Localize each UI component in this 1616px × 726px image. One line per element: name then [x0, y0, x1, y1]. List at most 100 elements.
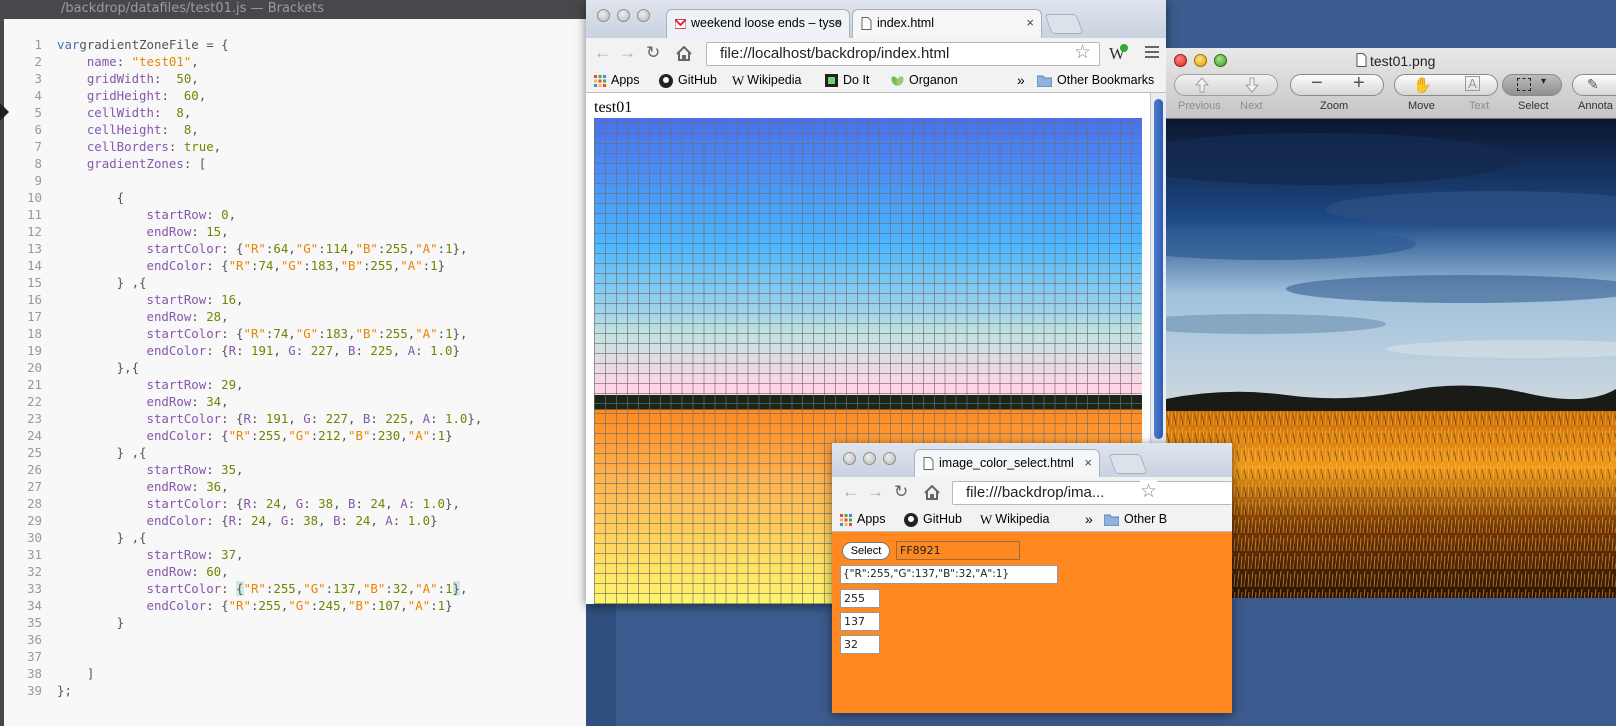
reload-icon[interactable]: ↻	[894, 483, 908, 501]
code-line[interactable]: 36	[0, 631, 586, 648]
code-line[interactable]: 22 endRow: 34,	[0, 393, 586, 410]
hex-color-field[interactable]: FF8921	[896, 541, 1020, 560]
annotate-button[interactable]: ✎	[1572, 74, 1616, 96]
previous-next-segment[interactable]	[1174, 74, 1278, 96]
minimize-window-button[interactable]	[617, 9, 630, 22]
bookmark-wikipedia[interactable]: W Wikipedia	[980, 510, 1049, 529]
code-line[interactable]: 16 startRow: 16,	[0, 291, 586, 308]
bookmark-wikipedia[interactable]: W Wikipedia	[732, 71, 801, 90]
bookmark-star-icon[interactable]: ☆	[1074, 41, 1091, 64]
home-icon[interactable]	[924, 485, 940, 500]
code-line[interactable]: 35 }	[0, 614, 586, 631]
bookmark-apps[interactable]: Apps	[594, 71, 640, 89]
back-arrow-icon[interactable]: ←	[594, 44, 611, 62]
code-line[interactable]: 3 gridWidth: 50,	[0, 70, 586, 87]
code-line[interactable]: 31 startRow: 37,	[0, 546, 586, 563]
code-line[interactable]: 30 } ,{	[0, 529, 586, 546]
previous-arrow-icon[interactable]	[1195, 77, 1209, 93]
green-value-field[interactable]: 137	[840, 612, 880, 631]
code-line[interactable]: 8 gradientZones: [	[0, 155, 586, 172]
close-window-button[interactable]	[843, 452, 856, 465]
code-line[interactable]: 24 endColor: {"R":255,"G":212,"B":230,"A…	[0, 427, 586, 444]
tab-gmail[interactable]: weekend loose ends – tyso ×	[666, 9, 850, 38]
tab-close-icon[interactable]: ×	[834, 10, 842, 36]
code-line[interactable]: 12 endRow: 15,	[0, 223, 586, 240]
zoom-in-icon[interactable]: +	[1353, 72, 1365, 95]
back-arrow-icon[interactable]: ←	[842, 483, 859, 501]
code-line[interactable]: 38 ]	[0, 665, 586, 682]
code-line[interactable]: 20 },{	[0, 359, 586, 376]
code-line[interactable]: 4 gridHeight: 60,	[0, 87, 586, 104]
bookmark-star-icon[interactable]: ☆	[1140, 480, 1158, 503]
rgba-json-field[interactable]: {"R":255,"G":137,"B":32,"A":1}	[840, 565, 1058, 584]
code-line[interactable]: 33 startColor: {"R":255,"G":137,"B":32,"…	[0, 580, 586, 597]
bookmark-github[interactable]: GitHub	[904, 510, 962, 528]
bookmark-github[interactable]: GitHub	[659, 71, 717, 89]
forward-arrow-icon[interactable]: →	[619, 44, 636, 62]
code-line[interactable]: 5 cellWidth: 8,	[0, 104, 586, 121]
code-line[interactable]: 6 cellHeight: 8,	[0, 121, 586, 138]
code-line[interactable]: 2 name: "test01",	[0, 53, 586, 70]
code-line[interactable]: 32 endRow: 60,	[0, 563, 586, 580]
zoom-window-button[interactable]	[883, 452, 896, 465]
tab-close-icon[interactable]: ×	[1026, 10, 1034, 36]
code-line[interactable]: 13 startColor: {"R":64,"G":114,"B":255,"…	[0, 240, 586, 257]
other-bookmarks-folder[interactable]: Other Bookmarks	[1037, 71, 1154, 89]
zoom-segment[interactable]: − +	[1290, 72, 1384, 96]
bookmark-organon[interactable]: Organon	[891, 71, 958, 89]
code-line[interactable]: 26 startRow: 35,	[0, 461, 586, 478]
bookmarks-overflow-chevron[interactable]: »	[1085, 510, 1093, 528]
code-line[interactable]: 28 startColor: {R: 24, G: 38, B: 24, A: …	[0, 495, 586, 512]
address-bar[interactable]: file:///backdrop/ima...	[952, 481, 1232, 505]
forward-arrow-icon[interactable]: →	[867, 483, 884, 501]
zoom-window-button[interactable]	[1214, 54, 1227, 67]
blue-value-field[interactable]: 32	[840, 635, 880, 654]
scrollbar-thumb[interactable]	[1154, 99, 1163, 439]
code-line[interactable]: 14 endColor: {"R":74,"G":183,"B":255,"A"…	[0, 257, 586, 274]
other-bookmarks-folder[interactable]: Other B	[1104, 510, 1167, 528]
hand-icon[interactable]: ✋	[1413, 76, 1432, 94]
bookmarks-overflow-chevron[interactable]: »	[1017, 71, 1025, 89]
select-button[interactable]: Select	[842, 542, 890, 560]
code-line[interactable]: 21 startRow: 29,	[0, 376, 586, 393]
next-arrow-icon[interactable]	[1245, 77, 1259, 93]
code-editor[interactable]: 1 vargradientZoneFile = {2 name: "test01"…	[0, 36, 586, 699]
tab-index-html[interactable]: index.html ×	[852, 9, 1042, 38]
extension-w-icon[interactable]: W	[1107, 43, 1129, 63]
new-tab-button[interactable]	[1108, 454, 1148, 474]
code-line[interactable]: 1 vargradientZoneFile = {	[0, 36, 586, 53]
tab-close-icon[interactable]: ×	[1084, 450, 1092, 476]
code-line[interactable]: 23 startColor: {R: 191, G: 227, B: 225, …	[0, 410, 586, 427]
code-line[interactable]: 39};	[0, 682, 586, 699]
minimize-window-button[interactable]	[1194, 54, 1207, 67]
code-line[interactable]: 10 {	[0, 189, 586, 206]
code-line[interactable]: 18 startColor: {"R":74,"G":183,"B":255,"…	[0, 325, 586, 342]
code-line[interactable]: 19 endColor: {R: 191, G: 227, B: 225, A:…	[0, 342, 586, 359]
code-line[interactable]: 11 startRow: 0,	[0, 206, 586, 223]
move-segment[interactable]: ✋ A	[1394, 74, 1498, 96]
code-line[interactable]: 7 cellBorders: true,	[0, 138, 586, 155]
code-line[interactable]: 29 endColor: {R: 24, G: 38, B: 24, A: 1.…	[0, 512, 586, 529]
code-line[interactable]: 27 endRow: 36,	[0, 478, 586, 495]
zoom-window-button[interactable]	[637, 9, 650, 22]
close-window-button[interactable]	[1174, 54, 1187, 67]
tab-image-color-select[interactable]: image_color_select.html ×	[914, 449, 1100, 477]
text-tool-icon[interactable]: A	[1465, 76, 1480, 91]
zoom-out-icon[interactable]: −	[1311, 72, 1323, 95]
select-tool-button[interactable]: ▾	[1502, 74, 1562, 96]
red-value-field[interactable]: 255	[840, 589, 880, 608]
minimize-window-button[interactable]	[863, 452, 876, 465]
new-tab-button[interactable]	[1044, 14, 1084, 34]
code-line[interactable]: 17 endRow: 28,	[0, 308, 586, 325]
code-line[interactable]: 9	[0, 172, 586, 189]
home-icon[interactable]	[676, 46, 692, 61]
chrome-menu-icon[interactable]	[1145, 46, 1159, 58]
bookmark-do-it[interactable]: Do It	[825, 71, 869, 89]
bookmark-apps[interactable]: Apps	[840, 510, 886, 528]
code-line[interactable]: 15 } ,{	[0, 274, 586, 291]
address-bar[interactable]: file://localhost/backdrop/index.html	[706, 42, 1100, 66]
code-line[interactable]: 37	[0, 648, 586, 665]
reload-icon[interactable]: ↻	[646, 44, 660, 62]
close-window-button[interactable]	[597, 9, 610, 22]
code-line[interactable]: 25 } ,{	[0, 444, 586, 461]
